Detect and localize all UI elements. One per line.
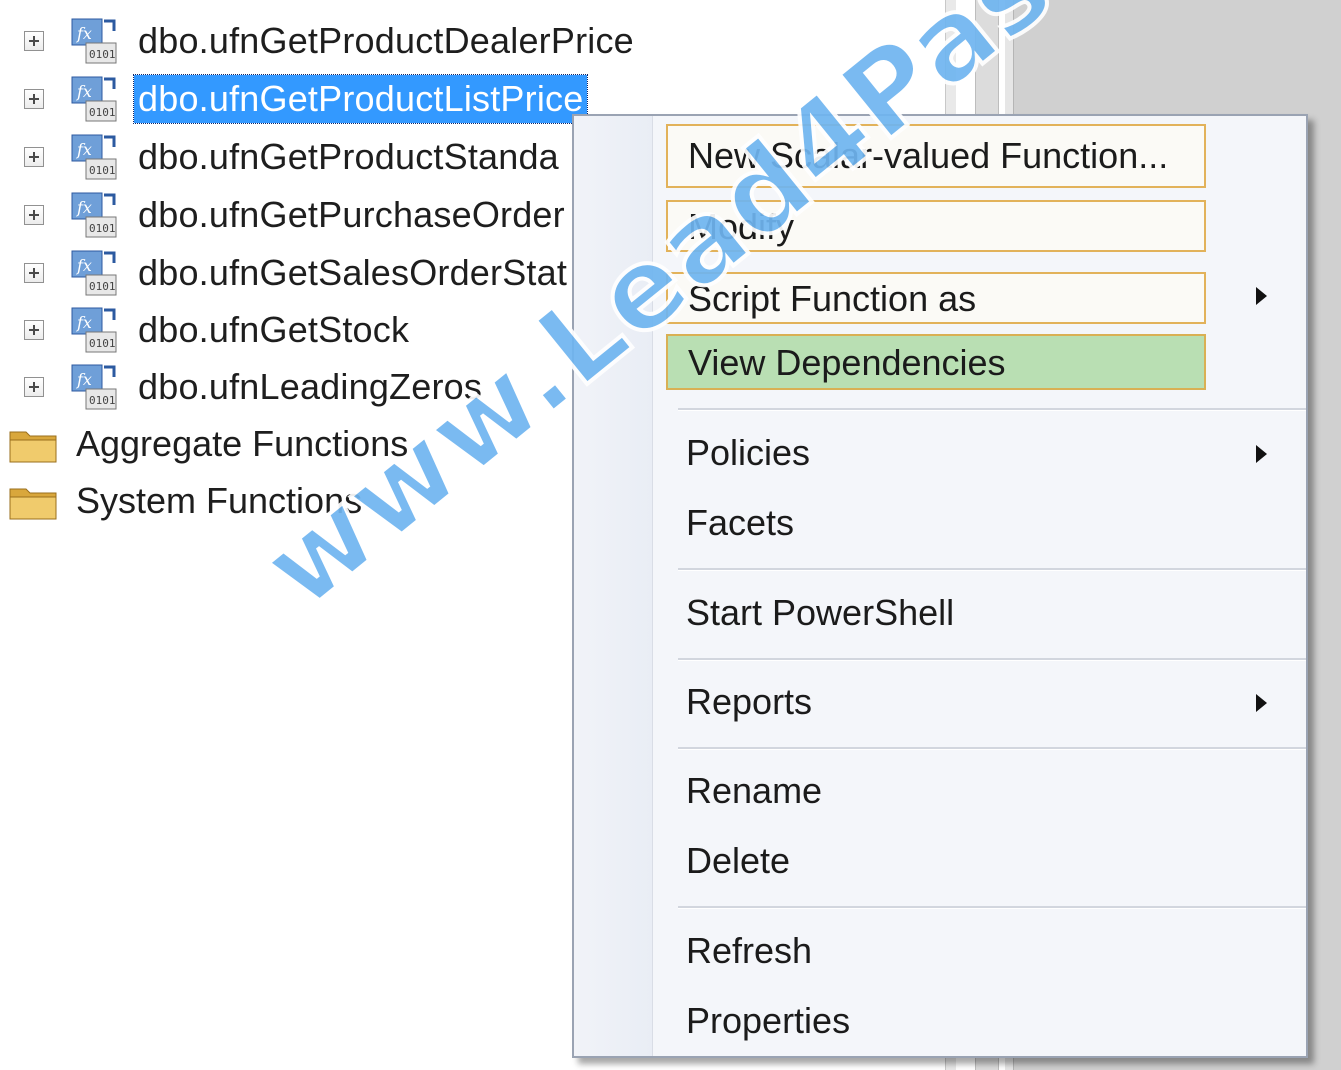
svg-text:0101: 0101: [89, 337, 116, 350]
function-name[interactable]: dbo.ufnGetSalesOrderStat: [134, 249, 571, 297]
svg-text:fx: fx: [76, 198, 92, 217]
function-name[interactable]: dbo.ufnGetProductListPrice: [132, 74, 589, 124]
expand-plus-icon[interactable]: [24, 89, 44, 109]
svg-text:0101: 0101: [89, 48, 116, 61]
function-name[interactable]: dbo.ufnGetStock: [134, 306, 413, 354]
svg-text:fx: fx: [76, 140, 92, 159]
menu-item-refresh[interactable]: Refresh: [666, 926, 1206, 978]
svg-text:fx: fx: [76, 313, 92, 332]
menu-item-reports[interactable]: Reports: [666, 677, 1206, 729]
svg-text:0101: 0101: [89, 280, 116, 293]
function-name[interactable]: dbo.ufnGetPurchaseOrder: [134, 191, 569, 239]
function-name[interactable]: dbo.ufnGetProductDealerPrice: [134, 17, 638, 65]
menu-item-properties[interactable]: Properties: [666, 996, 1206, 1048]
folder-icon: [9, 431, 57, 463]
expand-plus-icon[interactable]: [24, 377, 44, 397]
function-name[interactable]: dbo.ufnGetProductStanda: [134, 133, 563, 181]
scalar-function-icon: fx 0101: [71, 76, 117, 122]
svg-text:0101: 0101: [89, 164, 116, 177]
menu-separator: [678, 568, 1306, 571]
submenu-arrow-icon: [1256, 445, 1267, 463]
menu-item-new-scalar-function[interactable]: New Scalar-valued Function...: [666, 124, 1206, 188]
menu-item-script-function-as[interactable]: Script Function as: [666, 272, 1206, 324]
menu-item-start-powershell[interactable]: Start PowerShell: [666, 588, 1206, 640]
folder-name[interactable]: Aggregate Functions: [76, 420, 408, 468]
expand-plus-icon[interactable]: [24, 263, 44, 283]
svg-text:fx: fx: [76, 24, 92, 43]
svg-text:fx: fx: [76, 370, 92, 389]
svg-text:0101: 0101: [89, 106, 116, 119]
menu-item-delete[interactable]: Delete: [666, 836, 1206, 888]
menu-item-policies[interactable]: Policies: [666, 428, 1206, 480]
expand-plus-icon[interactable]: [24, 205, 44, 225]
menu-separator: [678, 408, 1306, 411]
svg-text:fx: fx: [76, 82, 92, 101]
scalar-function-icon: fx 0101: [71, 18, 117, 64]
expand-plus-icon[interactable]: [24, 320, 44, 340]
folder-icon: [9, 488, 57, 520]
menu-item-view-dependencies[interactable]: View Dependencies: [666, 334, 1206, 390]
svg-text:fx: fx: [76, 256, 92, 275]
submenu-arrow-icon: [1256, 287, 1267, 305]
function-name[interactable]: dbo.ufnLeadingZeros: [134, 363, 486, 411]
context-menu: New Scalar-valued Function... Modify Scr…: [572, 114, 1308, 1058]
scalar-function-icon: fx 0101: [71, 364, 117, 410]
menu-separator: [678, 747, 1306, 750]
expand-plus-icon[interactable]: [24, 31, 44, 51]
menu-item-facets[interactable]: Facets: [666, 498, 1206, 550]
folder-name[interactable]: System Functions: [76, 477, 362, 525]
expand-plus-icon[interactable]: [24, 147, 44, 167]
svg-text:0101: 0101: [89, 394, 116, 407]
menu-separator: [678, 906, 1306, 909]
menu-item-rename[interactable]: Rename: [666, 766, 1206, 818]
submenu-arrow-icon: [1256, 694, 1267, 712]
scalar-function-icon: fx 0101: [71, 250, 117, 296]
scalar-function-icon: fx 0101: [71, 307, 117, 353]
scalar-function-icon: fx 0101: [71, 134, 117, 180]
menu-separator: [678, 658, 1306, 661]
menu-item-modify[interactable]: Modify: [666, 200, 1206, 252]
scalar-function-icon: fx 0101: [71, 192, 117, 238]
svg-text:0101: 0101: [89, 222, 116, 235]
